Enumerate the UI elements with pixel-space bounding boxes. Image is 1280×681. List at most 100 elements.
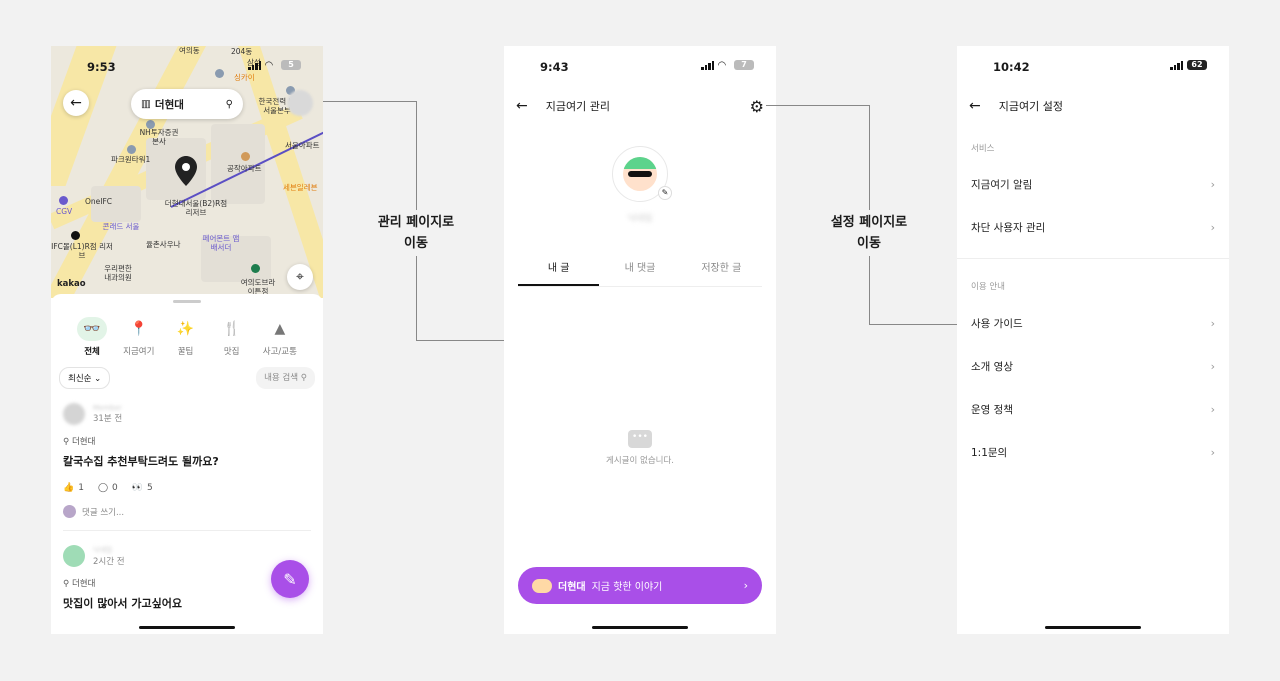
location-icon: 📍 <box>130 321 148 337</box>
poi-icon[interactable] <box>241 152 250 161</box>
category-food[interactable]: 🍴 맛집 <box>217 317 247 357</box>
settings-item-policy[interactable]: 운영 정책 › <box>971 399 1215 419</box>
settings-item-label: 1:1문의 <box>971 446 1008 459</box>
category-label: 맛집 <box>223 347 240 357</box>
sort-label: 최신순 <box>68 374 92 384</box>
poi-icon[interactable] <box>127 145 136 154</box>
back-arrow-icon[interactable]: ← <box>516 98 528 114</box>
view-count-value: 5 <box>146 483 153 493</box>
location-pin-icon[interactable] <box>175 156 197 186</box>
tab-saved[interactable]: 저장한 글 <box>681 254 762 286</box>
map-label: 우리편한 내과의원 <box>104 264 132 282</box>
status-time: 10:42 <box>993 60 1030 74</box>
back-arrow-icon[interactable]: ← <box>969 98 981 114</box>
comment-count: 0 <box>112 483 118 493</box>
like-button[interactable]: 👍 1 <box>63 483 84 493</box>
tab-my-posts[interactable]: 내 글 <box>518 254 600 286</box>
status-time: 9:53 <box>87 60 116 74</box>
post-time: 2시간 전 <box>93 557 125 567</box>
section-label-service: 서비스 <box>971 144 995 154</box>
connector-line <box>323 101 416 102</box>
starbucks-icon[interactable] <box>251 264 260 273</box>
map-label: 페어몬트 앰배서더 <box>202 234 240 252</box>
map-label: OneIFC <box>85 197 113 206</box>
map-search-bar[interactable]: ▥ 더현대 ⚲ <box>131 89 243 119</box>
connector-line <box>869 324 957 325</box>
tab-my-comments[interactable]: 내 댓글 <box>599 254 680 286</box>
comment-icon: ◯ <box>97 483 109 493</box>
chevron-right-icon: › <box>1210 220 1215 234</box>
chevron-right-icon: › <box>1210 177 1215 191</box>
cone-icon: ▲ <box>274 321 286 337</box>
header: ← 지금여기 설정 <box>957 90 1229 122</box>
home-indicator <box>139 626 235 629</box>
post-item[interactable]: Member 31분 전 ⚲ 더현대 칼국수집 추천부탁드려도 될까요? 👍 1 … <box>51 389 323 531</box>
signal-icon <box>1170 60 1183 70</box>
settings-item-label: 운영 정책 <box>971 403 1013 416</box>
category-accident[interactable]: ▲ 사고/교통 <box>263 317 297 357</box>
cta-text: 지금 핫한 이야기 <box>591 582 663 593</box>
settings-screen: 10:42 62 ← 지금여기 설정 서비스 지금여기 알림 › 차단 사용자 관… <box>957 46 1229 634</box>
poi-icon[interactable] <box>59 196 68 205</box>
empty-state: ••• 게시글이 없습니다. <box>504 430 776 466</box>
reserve-store-icon[interactable] <box>71 231 80 240</box>
pencil-icon[interactable]: ✎ <box>658 186 672 200</box>
settings-item-user-guide[interactable]: 사용 가이드 › <box>971 313 1215 333</box>
utensils-icon: 🍴 <box>222 321 241 337</box>
chevron-right-icon: › <box>1210 359 1215 373</box>
category-tabs: 👓 전체 📍 지금여기 ✨ 꿀팁 🍴 맛집 ▲ 사고/교통 <box>51 303 323 357</box>
edit-icon: ✎ <box>283 569 297 589</box>
poi-icon[interactable] <box>146 120 155 129</box>
current-location-button[interactable]: ⌖ <box>287 264 313 290</box>
map-label: NH투자증권 본사 <box>139 128 179 146</box>
manage-screen: 9:43 ◠ 7 ← 지금여기 관리 ⚙ ✎ 닉네임 내 글 내 댓글 저장한 … <box>504 46 776 634</box>
wifi-icon: ◠ <box>265 59 273 71</box>
map-label: 더현대서울(B2)R점 리저브 <box>164 199 228 217</box>
post-title[interactable]: 맛집이 많아서 가고싶어요 <box>63 595 311 611</box>
map-label: 공작아파트 <box>227 164 262 173</box>
settings-item-label: 차단 사용자 관리 <box>971 221 1046 234</box>
status-bar: 9:53 ◠ 5 <box>51 46 323 86</box>
my-avatar <box>63 505 76 518</box>
map-label: 파크원타워1 <box>111 155 151 164</box>
write-post-button[interactable]: ✎ <box>271 560 309 598</box>
settings-item-blocked-users[interactable]: 차단 사용자 관리 › <box>971 217 1215 237</box>
section-label-guide: 이용 안내 <box>971 282 1005 292</box>
profile-avatar[interactable] <box>287 90 313 116</box>
status-bar: 9:43 ◠ 7 <box>504 46 776 86</box>
post-avatar[interactable] <box>63 545 85 567</box>
post-avatar[interactable] <box>63 403 85 425</box>
hot-stories-button[interactable]: 더현대 지금 핫한 이야기 › <box>518 567 762 604</box>
category-here-now[interactable]: 📍 지금여기 <box>123 317 154 357</box>
characters-icon <box>532 578 552 593</box>
status-bar: 10:42 62 <box>957 46 1229 86</box>
comment-input[interactable]: 댓글 쓰기... <box>63 505 311 531</box>
post-title[interactable]: 칼국수집 추천부탁드려도 될까요? <box>63 453 311 469</box>
search-icon[interactable]: ⚲ <box>226 99 233 110</box>
comment-button[interactable]: ◯ 0 <box>98 483 118 493</box>
sparkle-icon: ✨ <box>176 321 195 337</box>
settings-item-intro-video[interactable]: 소개 영상 › <box>971 356 1215 376</box>
category-tips[interactable]: ✨ 꿀팁 <box>171 317 201 357</box>
category-all[interactable]: 👓 전체 <box>77 317 108 357</box>
gear-icon[interactable]: ⚙ <box>750 97 764 116</box>
content-search-button[interactable]: 내용 검색 ⚲ <box>256 367 315 389</box>
cta-place: 더현대 <box>558 582 586 593</box>
post-tabs: 내 글 내 댓글 저장한 글 <box>518 254 762 287</box>
settings-item-inquiry[interactable]: 1:1문의 › <box>971 442 1215 462</box>
post-username: Member <box>93 404 122 412</box>
map-search-text: 더현대 <box>154 98 184 111</box>
sort-dropdown[interactable]: 최신순 ⌄ <box>59 367 111 389</box>
back-button[interactable]: ← <box>63 90 89 116</box>
like-count: 1 <box>78 483 84 493</box>
map-icon: ▥ <box>141 98 151 110</box>
annotation-line: 설정 페이지로 <box>830 215 908 230</box>
map-label: 서울아파트 <box>285 141 320 150</box>
home-indicator <box>1045 626 1141 629</box>
map-label: 세븐일레븐 <box>283 183 318 192</box>
battery-icon: 5 <box>281 60 301 70</box>
battery-icon: 62 <box>1187 60 1207 70</box>
comment-placeholder: 댓글 쓰기... <box>82 507 125 518</box>
page-title: 지금여기 관리 <box>545 100 610 113</box>
settings-item-notification[interactable]: 지금여기 알림 › <box>971 174 1215 194</box>
